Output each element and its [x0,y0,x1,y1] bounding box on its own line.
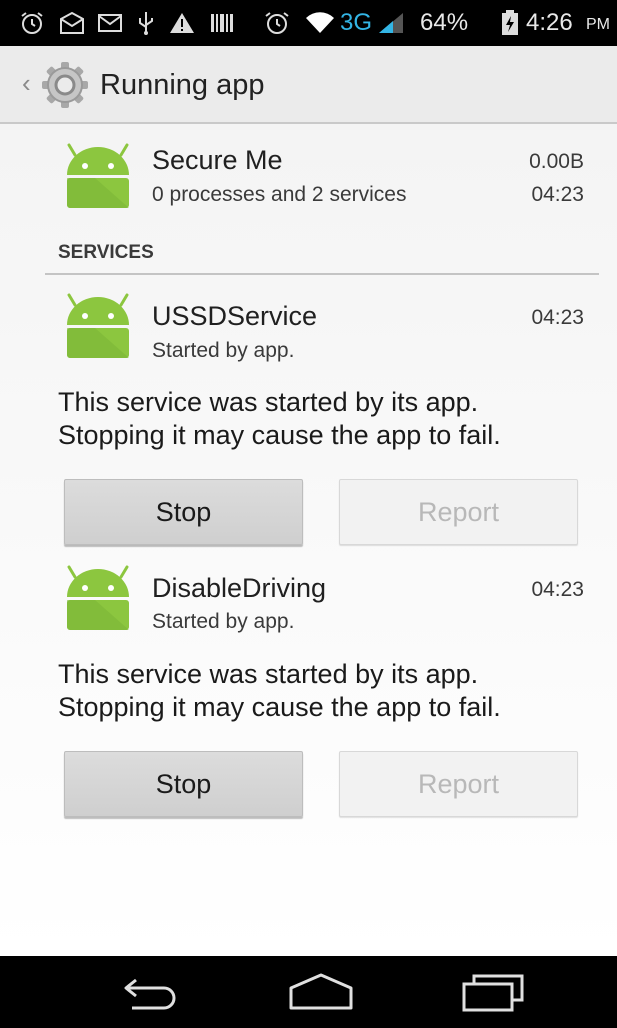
service-description-line1: This service was started by its app. [58,387,479,417]
android-app-icon [63,141,133,211]
service-name: DisableDriving [152,573,327,603]
usb-icon [134,8,158,38]
app-size: 0.00B [529,150,584,173]
chevron-left-icon[interactable]: ‹ [22,68,31,98]
report-button: Report [339,479,578,545]
service-subtitle: Started by app. [152,610,295,633]
services-section-header: SERVICES [58,242,154,263]
service-subtitle: Started by app. [152,339,295,362]
stop-button[interactable]: Stop [64,751,303,817]
service-description-line2: Stopping it may cause the app to fail. [58,420,501,450]
section-divider [45,273,599,275]
mail-icon [96,8,124,38]
action-bar: ‹ Running app [0,46,617,124]
service-time: 04:23 [531,578,584,601]
clock-ampm: PM [586,16,610,33]
settings-gear-icon[interactable] [38,58,92,112]
service-name: USSDService [152,301,318,331]
android-service-icon [63,291,133,361]
stop-button[interactable]: Stop [64,479,303,545]
android-service-icon [63,563,133,633]
recents-icon[interactable] [460,972,526,1017]
mail-sync-icon [58,8,86,38]
service-time: 04:23 [531,306,584,329]
running-app-screen: ‹ Running app Secure Me 0 processes and … [0,46,617,956]
warning-icon [168,8,196,38]
home-icon[interactable] [288,972,354,1017]
app-time: 04:23 [531,183,584,206]
barcode-icon [208,8,236,38]
network-type-label: 3G [340,9,373,36]
service-description-line1: This service was started by its app. [58,659,479,689]
alarm-clock-icon [262,8,292,38]
app-summary: 0 processes and 2 services [152,183,407,206]
alarm-icon [18,8,46,38]
service-description-line2: Stopping it may cause the app to fail. [58,692,501,722]
report-button: Report [339,751,578,817]
battery-percent: 64% [420,9,469,36]
back-icon[interactable] [120,972,182,1017]
status-bar: 3G 64% 4:26 PM [0,0,617,46]
battery-charging-icon [500,8,520,38]
wifi-icon [304,8,336,38]
page-title: Running app [100,69,265,101]
navigation-bar [0,956,617,1028]
clock-time: 4:26 [526,9,573,36]
app-name: Secure Me [152,145,283,175]
signal-icon [376,8,406,38]
